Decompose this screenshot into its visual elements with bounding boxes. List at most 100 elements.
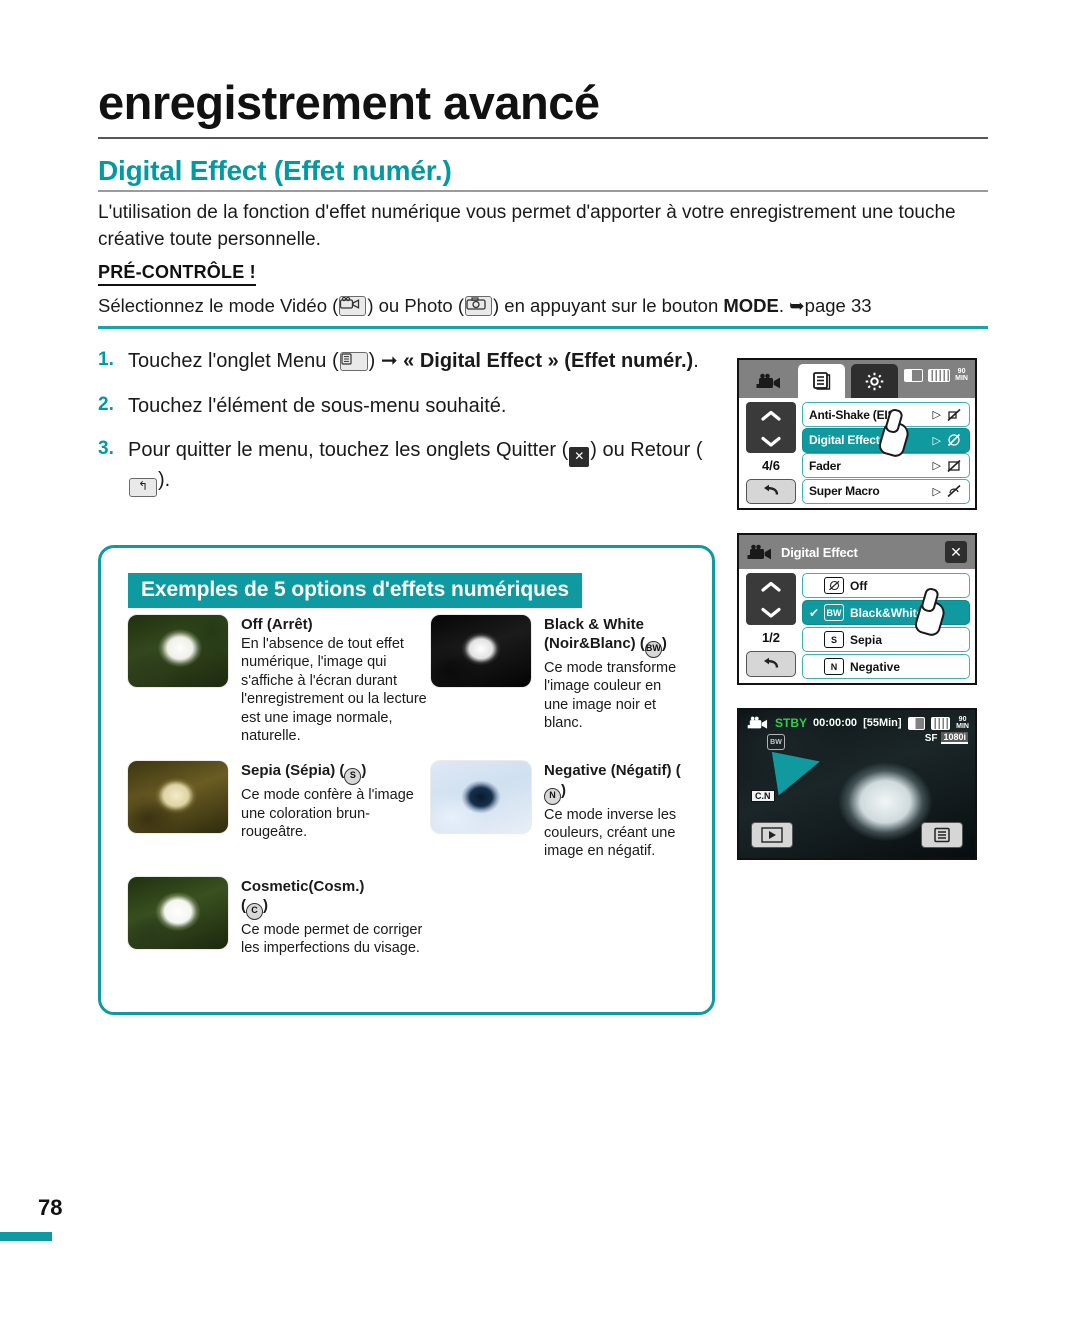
step-2-text: Touchez l'élément de sous-menu souhaité. bbox=[128, 394, 507, 417]
lcd-screen-preview: STBY 00:00:00 [55Min] 90 MIN SF 1080i BW… bbox=[737, 708, 977, 860]
example-thumbnail-cosmetic bbox=[128, 876, 228, 949]
preview-recording-status: STBY bbox=[775, 716, 808, 730]
menu-item-fader[interactable]: Fader ▷ bbox=[802, 453, 970, 479]
example-sepia-title: Sepia (Sépia) (S) bbox=[241, 761, 431, 786]
menu-item-digital-effect-label: Digital Effect bbox=[809, 433, 880, 448]
precheck-text: Sélectionnez le mode Vidéo ( ) ou Photo … bbox=[98, 293, 988, 319]
example-sepia-body: Ce mode confère à l'image une coloration… bbox=[241, 787, 414, 841]
example-cosmetic-body: Ce mode permet de corriger les imperfect… bbox=[241, 921, 423, 957]
submenu-scroll-down-button[interactable] bbox=[746, 599, 796, 625]
example-thumbnail-sepia bbox=[128, 761, 228, 834]
example-off: Off (Arrêt) En l'absence de tout effet n… bbox=[128, 615, 431, 745]
submenu-scroll-up-button[interactable] bbox=[746, 573, 796, 599]
examples-heading: Exemples de 5 options d'effets numérique… bbox=[128, 573, 582, 608]
examples-row-1: Off (Arrêt) En l'absence de tout effet n… bbox=[128, 615, 688, 745]
lcd-menu-topbar: 90 MIN bbox=[739, 360, 975, 398]
scroll-up-button[interactable] bbox=[746, 402, 796, 428]
preview-battery-minutes-value: 90 bbox=[958, 716, 967, 723]
lcd-submenu-page-indicator: 1/2 bbox=[761, 630, 781, 645]
manual-page: enregistrement avancé Digital Effect (Ef… bbox=[0, 0, 1080, 1328]
anti-shake-off-icon bbox=[946, 407, 963, 422]
menu-item-anti-shake[interactable]: Anti-Shake (EIS) ▷ bbox=[802, 402, 970, 427]
preview-viewfinder: STBY 00:00:00 [55Min] 90 MIN SF 1080i BW… bbox=[739, 710, 975, 858]
preview-resolution-badge: 1080i bbox=[941, 732, 968, 744]
preview-memory-card-icon bbox=[907, 716, 925, 730]
exit-close-icon: ✕ bbox=[569, 447, 590, 468]
step-1-number: 1. bbox=[98, 349, 114, 370]
battery-minutes-group: 90 MIN bbox=[955, 368, 968, 382]
example-bw-text: Black & White (Noir&Blanc) (BW) Ce mode … bbox=[544, 615, 688, 745]
preview-battery-minutes-label: MIN bbox=[956, 723, 969, 730]
menu-item-super-macro[interactable]: Super Macro ▷ bbox=[802, 478, 970, 504]
example-bw-title: Black & White (Noir&Blanc) (BW) bbox=[544, 615, 688, 659]
preview-playback-button[interactable] bbox=[751, 822, 793, 848]
section-divider bbox=[98, 190, 988, 192]
menu-item-super-macro-label: Super Macro bbox=[809, 484, 880, 499]
preview-quality-indicators: SF 1080i bbox=[925, 732, 968, 744]
page-title: enregistrement avancé bbox=[98, 76, 600, 129]
step-1-bold: « Digital Effect » (Effet numér.) bbox=[403, 350, 694, 372]
tab-menu[interactable] bbox=[798, 364, 845, 398]
submenu-item-sepia-label: Sepia bbox=[850, 632, 883, 647]
lcd-submenu-back-button[interactable] bbox=[746, 651, 796, 677]
preview-callout-arrow bbox=[771, 744, 825, 796]
menu-item-fader-label: Fader bbox=[809, 458, 841, 473]
example-bw-title-label: Black & White (Noir&Blanc) bbox=[544, 616, 645, 653]
memory-card-icon bbox=[904, 368, 924, 382]
example-sepia: Sepia (Sépia) (S) Ce mode confère à l'im… bbox=[128, 761, 431, 860]
preview-menu-button[interactable] bbox=[921, 822, 963, 848]
step-2: 2. Touchez l'élément de sous-menu souhai… bbox=[98, 393, 723, 421]
step-1-text: Touchez l'onglet Menu ( ) ➞ « Digital Ef… bbox=[128, 348, 699, 376]
menu-item-super-macro-arrow: ▷ bbox=[932, 485, 941, 498]
step-3-part1: Pour quitter le menu, touchez les onglet… bbox=[128, 439, 569, 462]
example-cosmetic-title: Cosmetic(Cosm.)(C) bbox=[241, 877, 431, 920]
instruction-steps: 1. Touchez l'onglet Menu ( ) ➞ « Digital… bbox=[98, 348, 723, 514]
step-1-part1: Touchez l'onglet Menu ( bbox=[128, 350, 339, 372]
example-negative-title: Negative (Négatif) (N) bbox=[544, 761, 688, 805]
lcd-menu-body: 4/6 Anti-Shake (EIS) ▷ Digital Effect ▷ bbox=[739, 398, 975, 508]
sepia-glyph-icon: S bbox=[344, 768, 362, 786]
step-3: 3. Pour quitter le menu, touchez les ong… bbox=[98, 437, 723, 498]
lcd-submenu-topbar: Digital Effect ✕ bbox=[739, 535, 975, 569]
menu-item-anti-shake-label: Anti-Shake (EIS) bbox=[809, 407, 900, 422]
digital-effect-off-icon bbox=[946, 433, 963, 448]
menu-item-digital-effect[interactable]: Digital Effect ▷ bbox=[802, 427, 970, 453]
preview-remaining-time: [55Min] bbox=[863, 717, 902, 729]
step-3-part3: ). bbox=[158, 469, 171, 492]
examples-row-3: Cosmetic(Cosm.)(C) Ce mode permet de cor… bbox=[128, 876, 688, 958]
effect-off-icon bbox=[824, 577, 844, 594]
example-cosmetic: Cosmetic(Cosm.)(C) Ce mode permet de cor… bbox=[128, 876, 431, 958]
tab-settings[interactable] bbox=[851, 364, 898, 398]
preview-effect-indicator-icon: BW bbox=[767, 734, 785, 750]
menu-item-fader-arrow: ▷ bbox=[932, 460, 941, 473]
precheck-label: PRÉ-CONTRÔLE ! bbox=[98, 262, 256, 286]
precheck-divider bbox=[98, 326, 988, 329]
page-number: 78 bbox=[38, 1195, 63, 1220]
lcd-menu-status-icons: 90 MIN bbox=[904, 368, 968, 382]
submenu-item-black-and-white[interactable]: ✔ BW Black&White bbox=[802, 600, 970, 625]
example-sepia-text: Sepia (Sépia) (S) Ce mode confère à l'im… bbox=[241, 761, 431, 860]
example-negative: Negative (Négatif) (N) Ce mode inverse l… bbox=[431, 761, 688, 860]
example-sepia-title-label: Sepia (Sépia) bbox=[241, 762, 336, 780]
negative-effect-icon: N bbox=[824, 658, 844, 675]
submenu-item-sepia[interactable]: S Sepia bbox=[802, 627, 970, 652]
submenu-item-off[interactable]: Off bbox=[802, 573, 970, 598]
black-white-effect-icon: BW bbox=[824, 604, 844, 621]
submenu-item-negative[interactable]: N Negative bbox=[802, 654, 970, 679]
lcd-submenu-body: 1/2 Off ✔ BW Black&White S Sepia N Negat… bbox=[739, 569, 975, 683]
menu-item-anti-shake-arrow: ▷ bbox=[932, 409, 941, 421]
lcd-menu-nav-column: 4/6 bbox=[744, 402, 798, 504]
lcd-submenu-title: Digital Effect bbox=[781, 544, 858, 560]
step-3-text: Pour quitter le menu, touchez les onglet… bbox=[128, 437, 723, 498]
example-negative-title-label: Negative (Négatif) bbox=[544, 762, 672, 780]
lcd-menu-scroll-buttons bbox=[746, 402, 796, 453]
tab-video-mode[interactable] bbox=[745, 364, 792, 398]
lcd-menu-back-button[interactable] bbox=[746, 478, 796, 504]
example-bw-body: Ce mode transforme l'image couleur en un… bbox=[544, 660, 677, 732]
scroll-down-button[interactable] bbox=[746, 428, 796, 453]
step-3-number: 3. bbox=[98, 438, 114, 460]
submenu-item-bw-label: Black&White bbox=[850, 605, 924, 620]
video-mode-icon bbox=[339, 296, 367, 316]
footer-accent-bar bbox=[0, 1232, 52, 1241]
submenu-close-icon[interactable]: ✕ bbox=[945, 541, 967, 563]
